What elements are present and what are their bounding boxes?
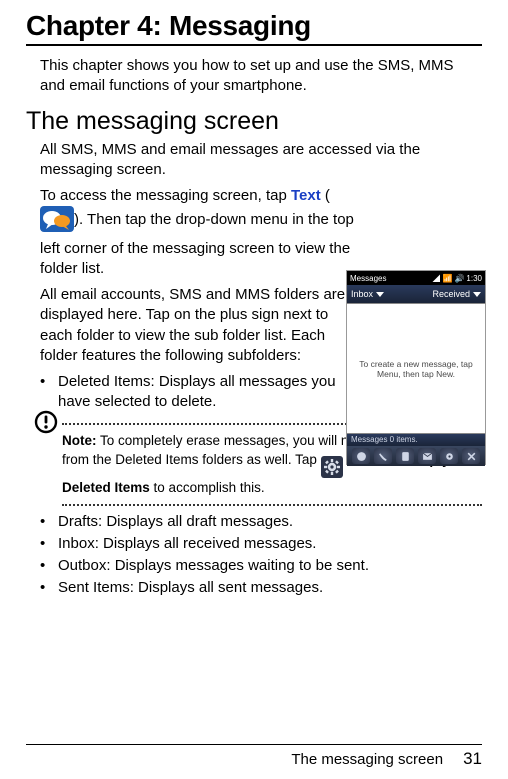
chapter-title: Chapter 4: Messaging	[26, 10, 482, 42]
section-body-1: All SMS, MMS and email messages are acce…	[40, 140, 482, 181]
section-body-3: All email accounts, SMS and MMS folders …	[40, 285, 364, 366]
text-fragment: ). Then tap the drop-down menu in the to…	[40, 211, 354, 277]
text-link: Text	[291, 187, 321, 204]
alert-icon	[34, 410, 58, 439]
phone-message-area: To create a new message, tap Menu, then …	[347, 303, 485, 434]
phone-toolbar: Inbox Received	[347, 285, 485, 303]
phone-status-line: Messages 0 items.	[347, 434, 485, 446]
messaging-app-icon	[40, 206, 74, 238]
phone-status-icons: 📶 🔊 1:30	[432, 274, 482, 283]
gear-icon[interactable]	[440, 448, 458, 464]
inbox-dropdown[interactable]: Inbox	[351, 289, 384, 299]
section-heading: The messaging screen	[26, 107, 482, 136]
list-item: Outbox: Displays messages waiting to be …	[40, 556, 482, 576]
mail-icon[interactable]	[418, 448, 436, 464]
wifi-icon: 📶	[442, 274, 452, 283]
signal-icon	[432, 274, 440, 282]
phone-screenshot: Messages 📶 🔊 1:30 Inbox Received To crea…	[346, 270, 486, 465]
subfolder-list-b: Drafts: Displays all draft messages. Inb…	[40, 512, 482, 599]
phone-bottom-bar	[347, 446, 485, 466]
phone-app-title: Messages	[350, 274, 386, 283]
sort-dropdown[interactable]: Received	[432, 289, 481, 299]
paren-open: (	[321, 187, 330, 204]
inbox-dropdown-label: Inbox	[351, 289, 373, 299]
phone-statusbar: Messages 📶 🔊 1:30	[347, 271, 485, 285]
note-label: Note:	[62, 433, 97, 448]
start-icon[interactable]	[352, 448, 370, 464]
close-icon[interactable]	[462, 448, 480, 464]
footer-rule	[26, 744, 482, 745]
page-footer: The messaging screen 31	[291, 749, 482, 769]
section-body-2: To access the messaging screen, tap Text…	[40, 186, 360, 279]
list-item: Inbox: Displays all received messages.	[40, 534, 482, 554]
chevron-down-icon	[376, 292, 384, 297]
list-item: Drafts: Displays all draft messages.	[40, 512, 482, 532]
list-item: Deleted Items: Displays all messages you…	[40, 372, 350, 413]
list-item: Sent Items: Displays all sent messages.	[40, 578, 482, 598]
page-number: 31	[463, 749, 482, 769]
clock-text: 1:30	[466, 274, 482, 283]
phone-icon[interactable]	[374, 448, 392, 464]
text-fragment: To access the messaging screen, tap	[40, 187, 291, 204]
chapter-intro: This chapter shows you how to set up and…	[40, 56, 482, 97]
empty-state-text: To create a new message, tap Menu, then …	[353, 359, 479, 379]
note-fragment: to accomplish this.	[150, 480, 265, 495]
footer-section-name: The messaging screen	[291, 751, 443, 768]
gear-icon	[321, 456, 343, 478]
chapter-rule	[26, 44, 482, 46]
chevron-down-icon	[473, 292, 481, 297]
dotted-rule	[62, 504, 482, 506]
contacts-icon[interactable]	[396, 448, 414, 464]
sort-dropdown-label: Received	[432, 289, 470, 299]
volume-icon: 🔊	[454, 274, 464, 283]
